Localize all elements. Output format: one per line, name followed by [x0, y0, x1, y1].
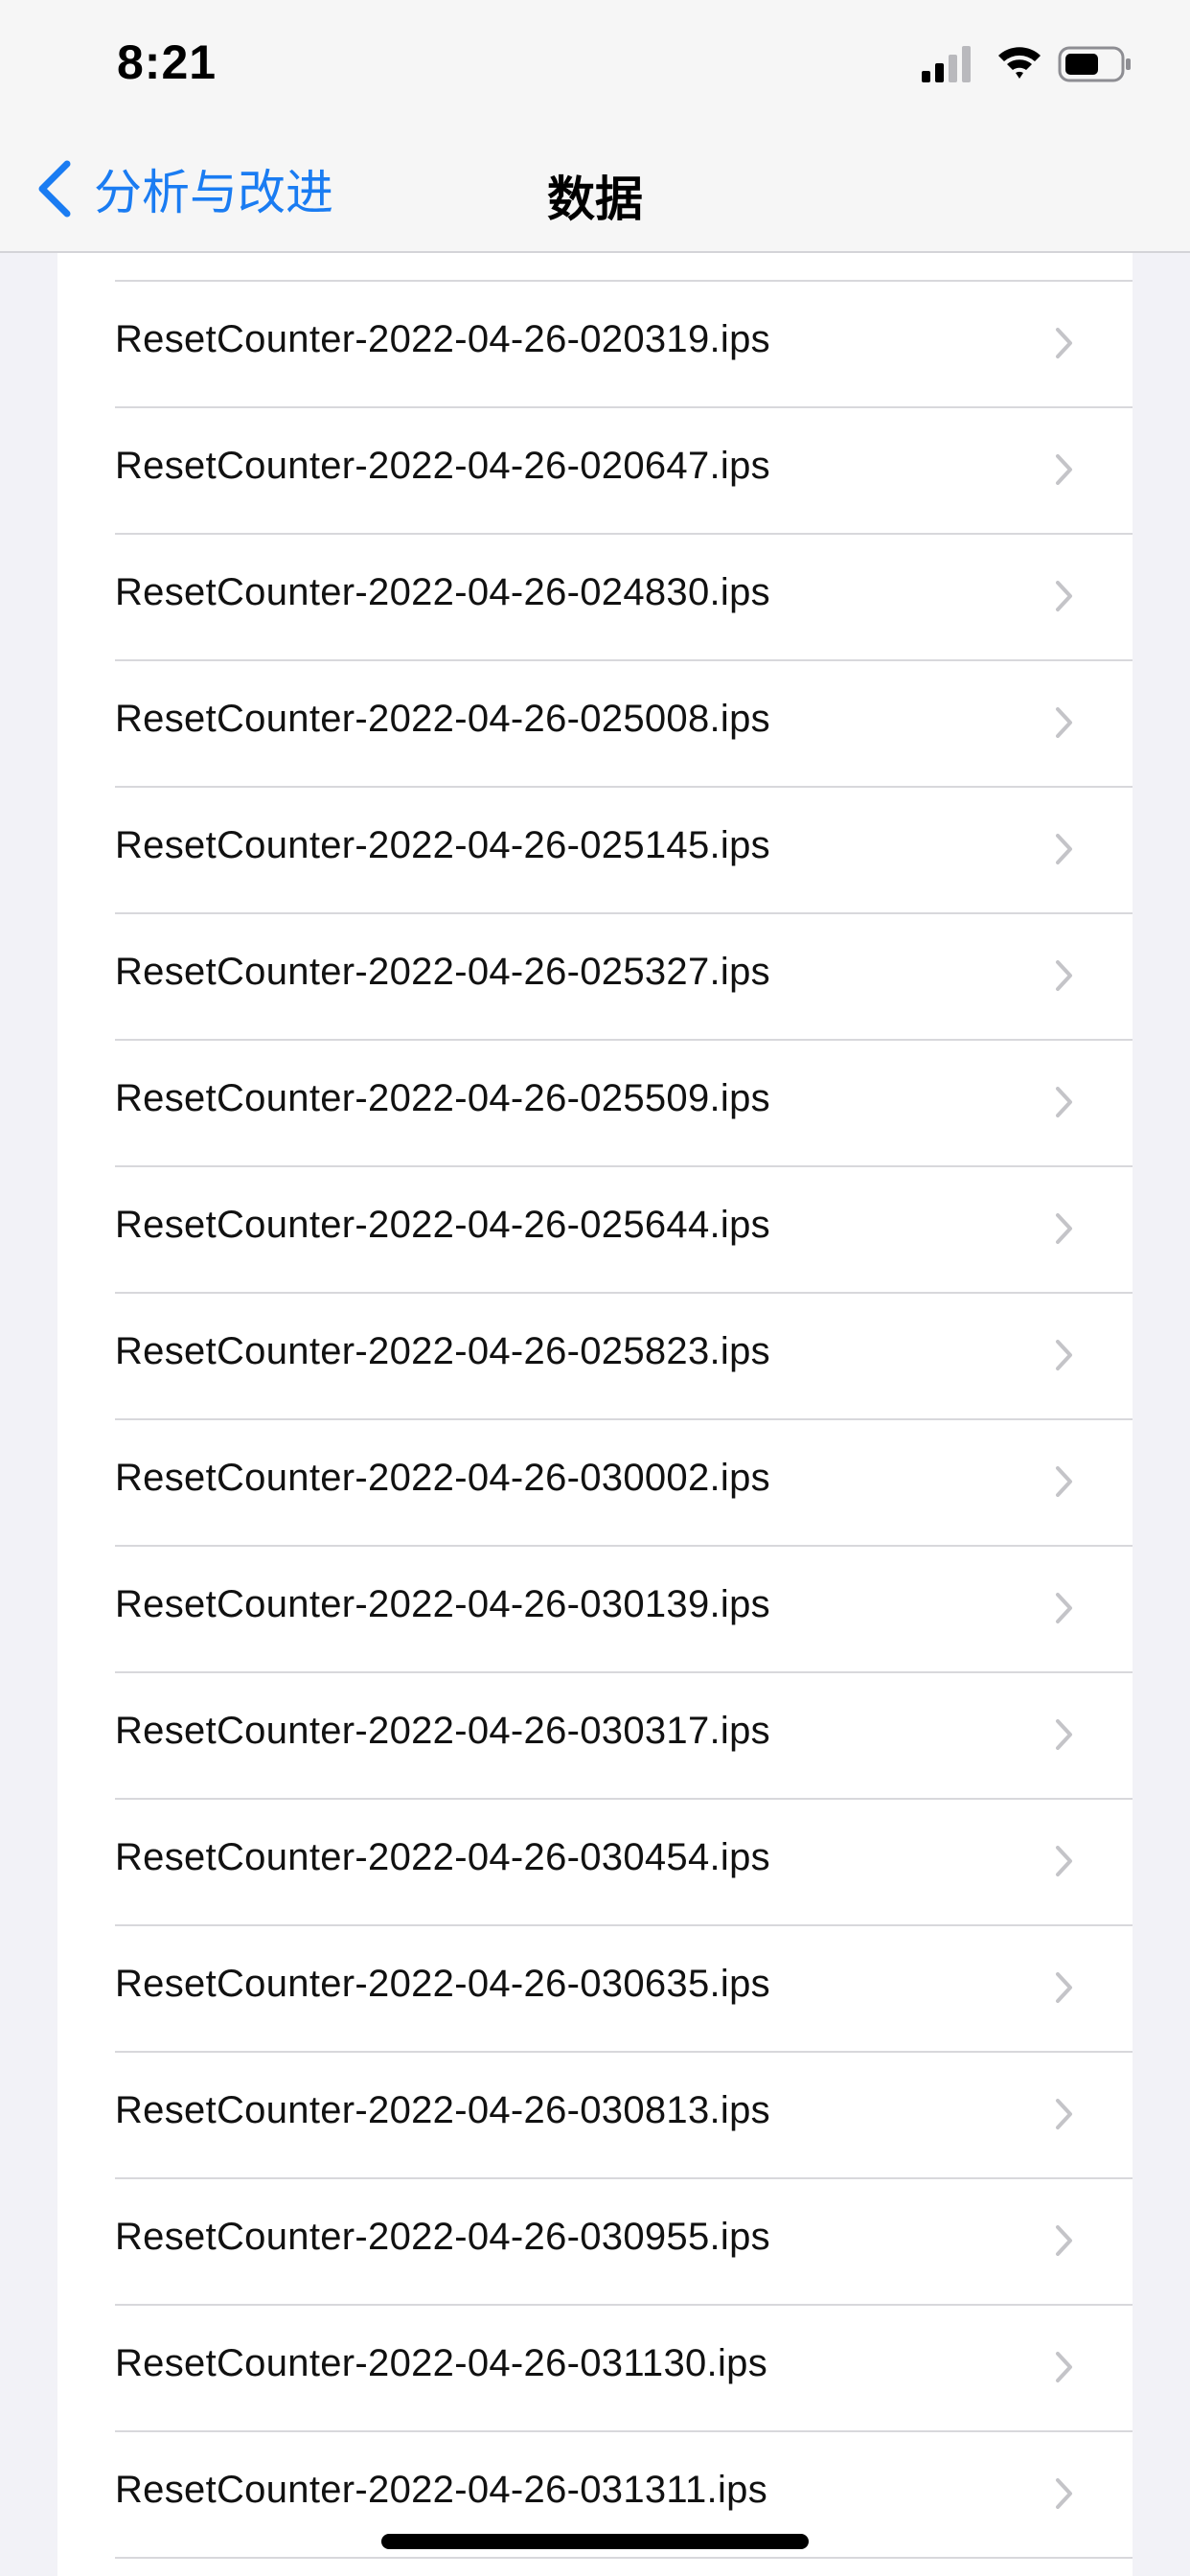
- list-item[interactable]: ResetCounter-2022-04-26-030955.ips: [57, 2179, 1133, 2306]
- chevron-right-icon: [1056, 2352, 1072, 2382]
- chevron-right-icon: [1056, 2225, 1072, 2256]
- file-name: ResetCounter-2022-04-26-025327.ips: [115, 951, 770, 993]
- chevron-right-icon: [1056, 834, 1072, 864]
- file-name: ResetCounter-2022-04-26-030139.ips: [115, 1583, 770, 1625]
- divider: [115, 2557, 1133, 2559]
- battery-icon: [1058, 46, 1131, 82]
- wifi-icon: [998, 47, 1041, 79]
- file-name: ResetCounter-2022-04-26-025008.ips: [115, 698, 770, 740]
- chevron-right-icon: [1056, 960, 1072, 991]
- chevron-right-icon: [1056, 1340, 1072, 1370]
- list-item[interactable]: ResetCounter-2022-04-26-025145.ips: [57, 788, 1133, 914]
- status-bar: 8:21: [0, 0, 1190, 126]
- file-name: ResetCounter-2022-04-26-020647.ips: [115, 445, 770, 487]
- file-name: ResetCounter-2022-04-26-031311.ips: [115, 2469, 768, 2511]
- file-name: ResetCounter-2022-04-26-030454.ips: [115, 1836, 770, 1878]
- list-item[interactable]: ResetCounter-2022-04-26-030139.ips: [57, 1547, 1133, 1673]
- list-item[interactable]: ResetCounter-2022-04-26-025509.ips: [57, 1041, 1133, 1167]
- chevron-right-icon: [1056, 1087, 1072, 1117]
- chevron-right-icon: [1056, 2478, 1072, 2509]
- file-name: ResetCounter-2022-04-26-025644.ips: [115, 1204, 770, 1246]
- file-list: ResetCounter-2022-04-26-020319.ips Reset…: [57, 253, 1133, 2576]
- list-item[interactable]: ResetCounter-2022-04-26-030454.ips: [57, 1800, 1133, 1926]
- list-item[interactable]: ResetCounter-2022-04-26-020319.ips: [57, 282, 1133, 408]
- list-item[interactable]: ResetCounter-2022-04-26-025823.ips: [57, 1294, 1133, 1420]
- file-name: ResetCounter-2022-04-26-030002.ips: [115, 1457, 770, 1499]
- list-item[interactable]: ResetCounter-2022-04-26-030002.ips: [57, 1420, 1133, 1547]
- chevron-right-icon: [1056, 1972, 1072, 2003]
- cellular-signal-icon: [922, 46, 971, 82]
- chevron-right-icon: [1056, 1719, 1072, 1750]
- file-name: ResetCounter-2022-04-26-024830.ips: [115, 571, 770, 613]
- list-item[interactable]: ResetCounter-2022-04-26-030317.ips: [57, 1673, 1133, 1800]
- list-item[interactable]: ResetCounter-2022-04-26-025327.ips: [57, 914, 1133, 1041]
- list-item[interactable]: ResetCounter-2022-04-26-030635.ips: [57, 1926, 1133, 2053]
- file-name: ResetCounter-2022-04-26-030813.ips: [115, 2089, 770, 2131]
- chevron-right-icon: [1056, 328, 1072, 358]
- status-icons: [922, 46, 1131, 82]
- file-name: ResetCounter-2022-04-26-020319.ips: [115, 318, 770, 360]
- chevron-right-icon: [1056, 1213, 1072, 1244]
- file-name: ResetCounter-2022-04-26-030635.ips: [115, 1963, 770, 2005]
- chevron-right-icon: [1056, 1466, 1072, 1497]
- chevron-right-icon: [1056, 1593, 1072, 1623]
- list-item[interactable]: ResetCounter-2022-04-26-020647.ips: [57, 408, 1133, 535]
- file-name: ResetCounter-2022-04-26-030955.ips: [115, 2216, 770, 2258]
- file-name: ResetCounter-2022-04-26-025509.ips: [115, 1077, 770, 1119]
- file-name: ResetCounter-2022-04-26-025145.ips: [115, 824, 770, 866]
- list-item[interactable]: ResetCounter-2022-04-26-025644.ips: [57, 1167, 1133, 1294]
- status-time: 8:21: [117, 35, 217, 89]
- page-title: 数据: [547, 172, 643, 227]
- list-item[interactable]: ResetCounter-2022-04-26-030813.ips: [57, 2053, 1133, 2179]
- chevron-right-icon: [1056, 2099, 1072, 2129]
- chevron-right-icon: [1056, 1846, 1072, 1876]
- file-name: ResetCounter-2022-04-26-025823.ips: [115, 1330, 770, 1372]
- chevron-right-icon: [1056, 707, 1072, 738]
- list-item[interactable]: ResetCounter-2022-04-26-024830.ips: [57, 535, 1133, 661]
- file-name: ResetCounter-2022-04-26-031130.ips: [115, 2342, 768, 2384]
- list-item[interactable]: ResetCounter-2022-04-26-025008.ips: [57, 661, 1133, 788]
- file-name: ResetCounter-2022-04-26-030317.ips: [115, 1710, 770, 1752]
- chevron-right-icon: [1056, 581, 1072, 611]
- navigation-bar: 分析与改进 数据: [0, 126, 1190, 253]
- chevron-right-icon: [1056, 454, 1072, 485]
- list-item[interactable]: ResetCounter-2022-04-26-031130.ips: [57, 2306, 1133, 2432]
- home-indicator[interactable]: [381, 2534, 809, 2549]
